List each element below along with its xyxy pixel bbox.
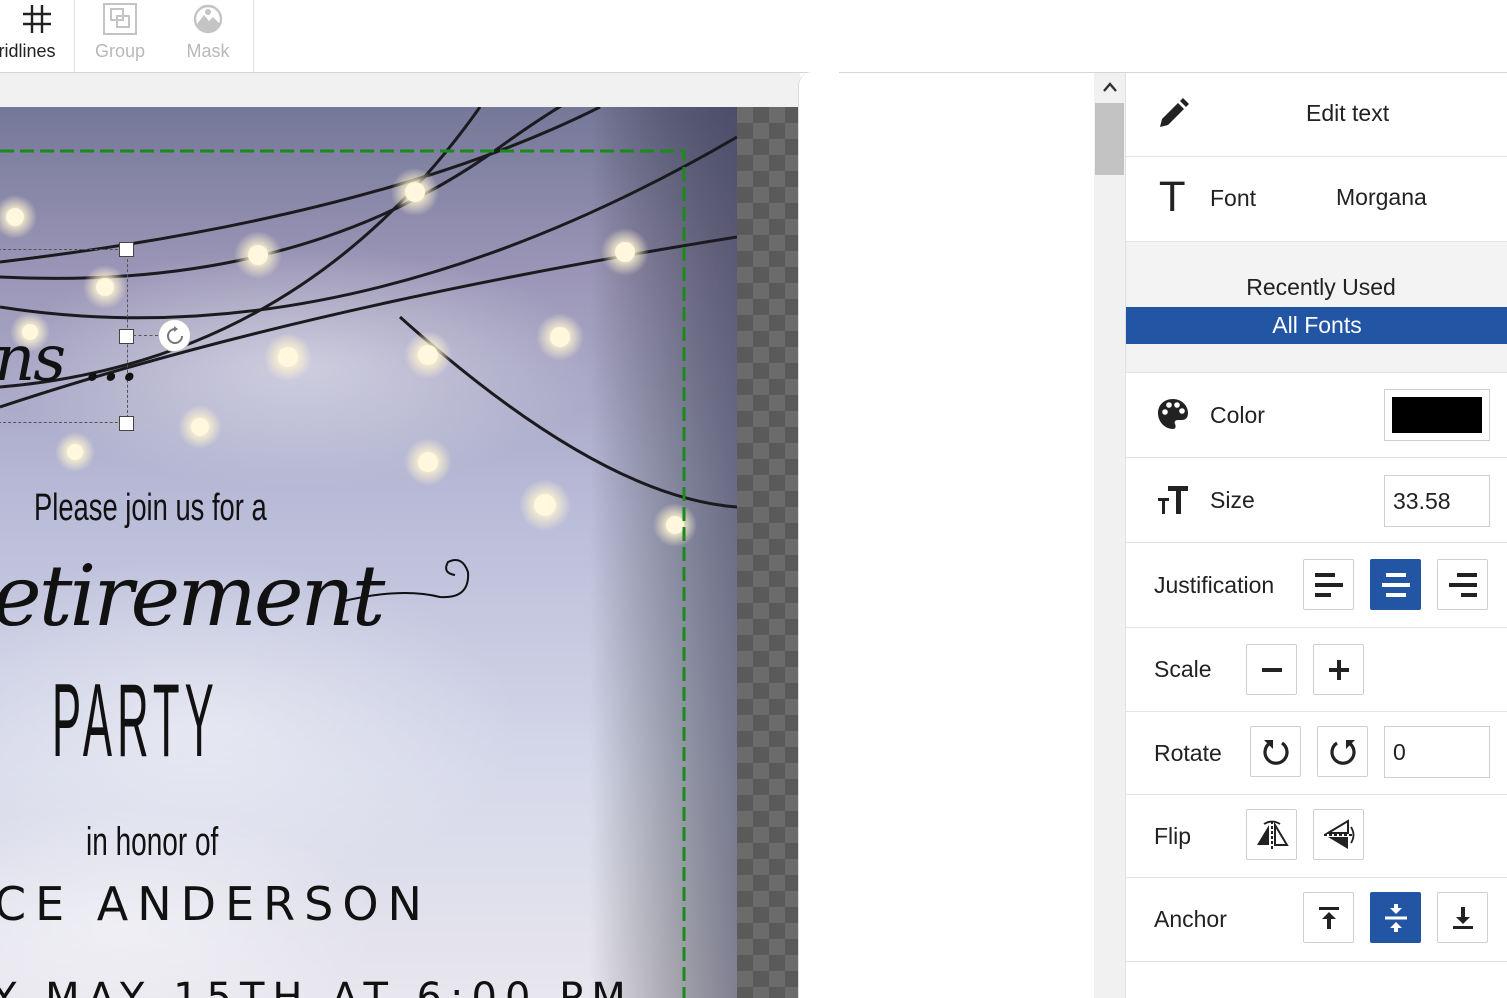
transparent-bleed-area xyxy=(737,107,799,998)
flip-horizontal-icon xyxy=(1256,820,1289,849)
anchor-top-icon xyxy=(1318,906,1339,929)
gridlines-tool[interactable]: ridlines xyxy=(0,0,74,72)
date-text[interactable]: Y MAY 15TH AT 6:00 PM xyxy=(0,975,634,998)
flip-vertical-icon xyxy=(1323,818,1354,849)
text-properties-panel: Edit text T Font Morgana Recently Used A… xyxy=(1125,73,1507,998)
pencil-icon xyxy=(1156,97,1190,136)
justify-right-button[interactable] xyxy=(1437,559,1488,610)
scale-down-button[interactable] xyxy=(1246,644,1297,695)
panel-scrollbar-thumb[interactable] xyxy=(1095,103,1124,175)
justification-row: Justification xyxy=(1126,543,1507,628)
flip-label: Flip xyxy=(1154,823,1192,849)
toolbar-divider xyxy=(74,0,75,72)
size-row: Size 33.58 xyxy=(1126,458,1507,543)
resize-handle-top-right[interactable] xyxy=(119,242,134,257)
rotate-handle[interactable] xyxy=(158,319,191,352)
anchor-bottom-icon xyxy=(1452,906,1473,929)
mask-icon xyxy=(192,3,224,35)
toolbar-divider xyxy=(253,0,254,72)
justify-left-button[interactable] xyxy=(1303,559,1354,610)
scale-label: Scale xyxy=(1154,656,1212,682)
color-swatch xyxy=(1392,397,1482,433)
color-row: Color xyxy=(1126,373,1507,458)
rotate-cw-icon xyxy=(1329,739,1356,765)
font-label: Font xyxy=(1210,185,1257,211)
recently-used-option[interactable]: Recently Used xyxy=(1126,274,1507,301)
anchor-label: Anchor xyxy=(1154,906,1227,932)
rotate-input[interactable]: 0 xyxy=(1384,726,1490,778)
font-t-icon: T xyxy=(1160,175,1185,221)
group-label: Group xyxy=(94,41,146,61)
grid-icon xyxy=(22,3,52,35)
justify-center-button[interactable] xyxy=(1370,559,1421,610)
rotate-row: Rotate 0 xyxy=(1126,712,1507,795)
group-icon xyxy=(102,3,138,35)
invitation-card[interactable]: ns ... Please join us for a etirement PA… xyxy=(0,107,737,998)
scale-row: Scale xyxy=(1126,628,1507,712)
align-center-icon xyxy=(1381,572,1410,597)
all-fonts-option[interactable]: All Fonts xyxy=(1126,307,1507,344)
anchor-middle-button[interactable] xyxy=(1370,892,1421,943)
align-left-icon xyxy=(1314,572,1343,597)
font-list: Recently Used All Fonts xyxy=(1126,242,1507,373)
font-value: Morgana xyxy=(1336,184,1427,210)
font-row[interactable]: T Font Morgana xyxy=(1126,157,1507,242)
rotate-left-button[interactable] xyxy=(1250,726,1301,777)
rotate-ccw-icon xyxy=(1262,739,1289,765)
honor-line-text[interactable]: in honor of xyxy=(86,820,218,865)
scale-up-button[interactable] xyxy=(1313,644,1364,695)
flip-row: Flip xyxy=(1126,795,1507,878)
greeting-text[interactable]: ns ... xyxy=(0,322,139,396)
palette-icon xyxy=(1156,397,1190,436)
anchor-middle-icon xyxy=(1384,903,1407,932)
resize-handle-bottom-right[interactable] xyxy=(119,416,134,431)
rotate-icon xyxy=(166,325,183,344)
plus-icon xyxy=(1328,659,1349,680)
scroll-up-button[interactable] xyxy=(1094,73,1125,101)
canvas-edge xyxy=(798,72,839,998)
anchor-bottom-button[interactable] xyxy=(1437,892,1488,943)
color-picker-button[interactable] xyxy=(1384,389,1490,441)
anchor-top-button[interactable] xyxy=(1303,892,1354,943)
rotate-label: Rotate xyxy=(1154,740,1222,766)
minus-icon xyxy=(1261,667,1282,672)
mask-tool[interactable]: Mask xyxy=(168,0,248,72)
anchor-row: Anchor xyxy=(1126,878,1507,962)
top-toolbar: ridlines Group Mask xyxy=(0,0,1507,73)
retirement-text[interactable]: etirement xyxy=(0,547,385,645)
edit-text-label: Edit text xyxy=(1306,100,1390,126)
group-tool[interactable]: Group xyxy=(80,0,160,72)
design-canvas-area: ns ... Please join us for a etirement PA… xyxy=(0,73,800,998)
edit-text-row[interactable]: Edit text xyxy=(1126,73,1507,157)
flip-horizontal-button[interactable] xyxy=(1246,809,1297,860)
chevron-up-icon xyxy=(1102,82,1117,92)
panel-scrollbar-track[interactable] xyxy=(1094,73,1125,998)
size-input[interactable]: 33.58 xyxy=(1384,475,1490,527)
honoree-name-text[interactable]: CE ANDERSON xyxy=(0,877,431,931)
rotate-right-button[interactable] xyxy=(1317,726,1368,777)
flip-vertical-button[interactable] xyxy=(1313,809,1364,860)
mask-label: Mask xyxy=(186,41,230,61)
color-label: Color xyxy=(1210,402,1265,428)
join-line-text[interactable]: Please join us for a xyxy=(34,487,267,530)
text-size-icon xyxy=(1156,482,1190,521)
justification-label: Justification xyxy=(1154,572,1275,598)
size-label: Size xyxy=(1210,487,1255,513)
gridlines-label: ridlines xyxy=(0,41,56,61)
align-right-icon xyxy=(1448,572,1477,597)
party-text[interactable]: PARTY xyxy=(52,662,214,781)
